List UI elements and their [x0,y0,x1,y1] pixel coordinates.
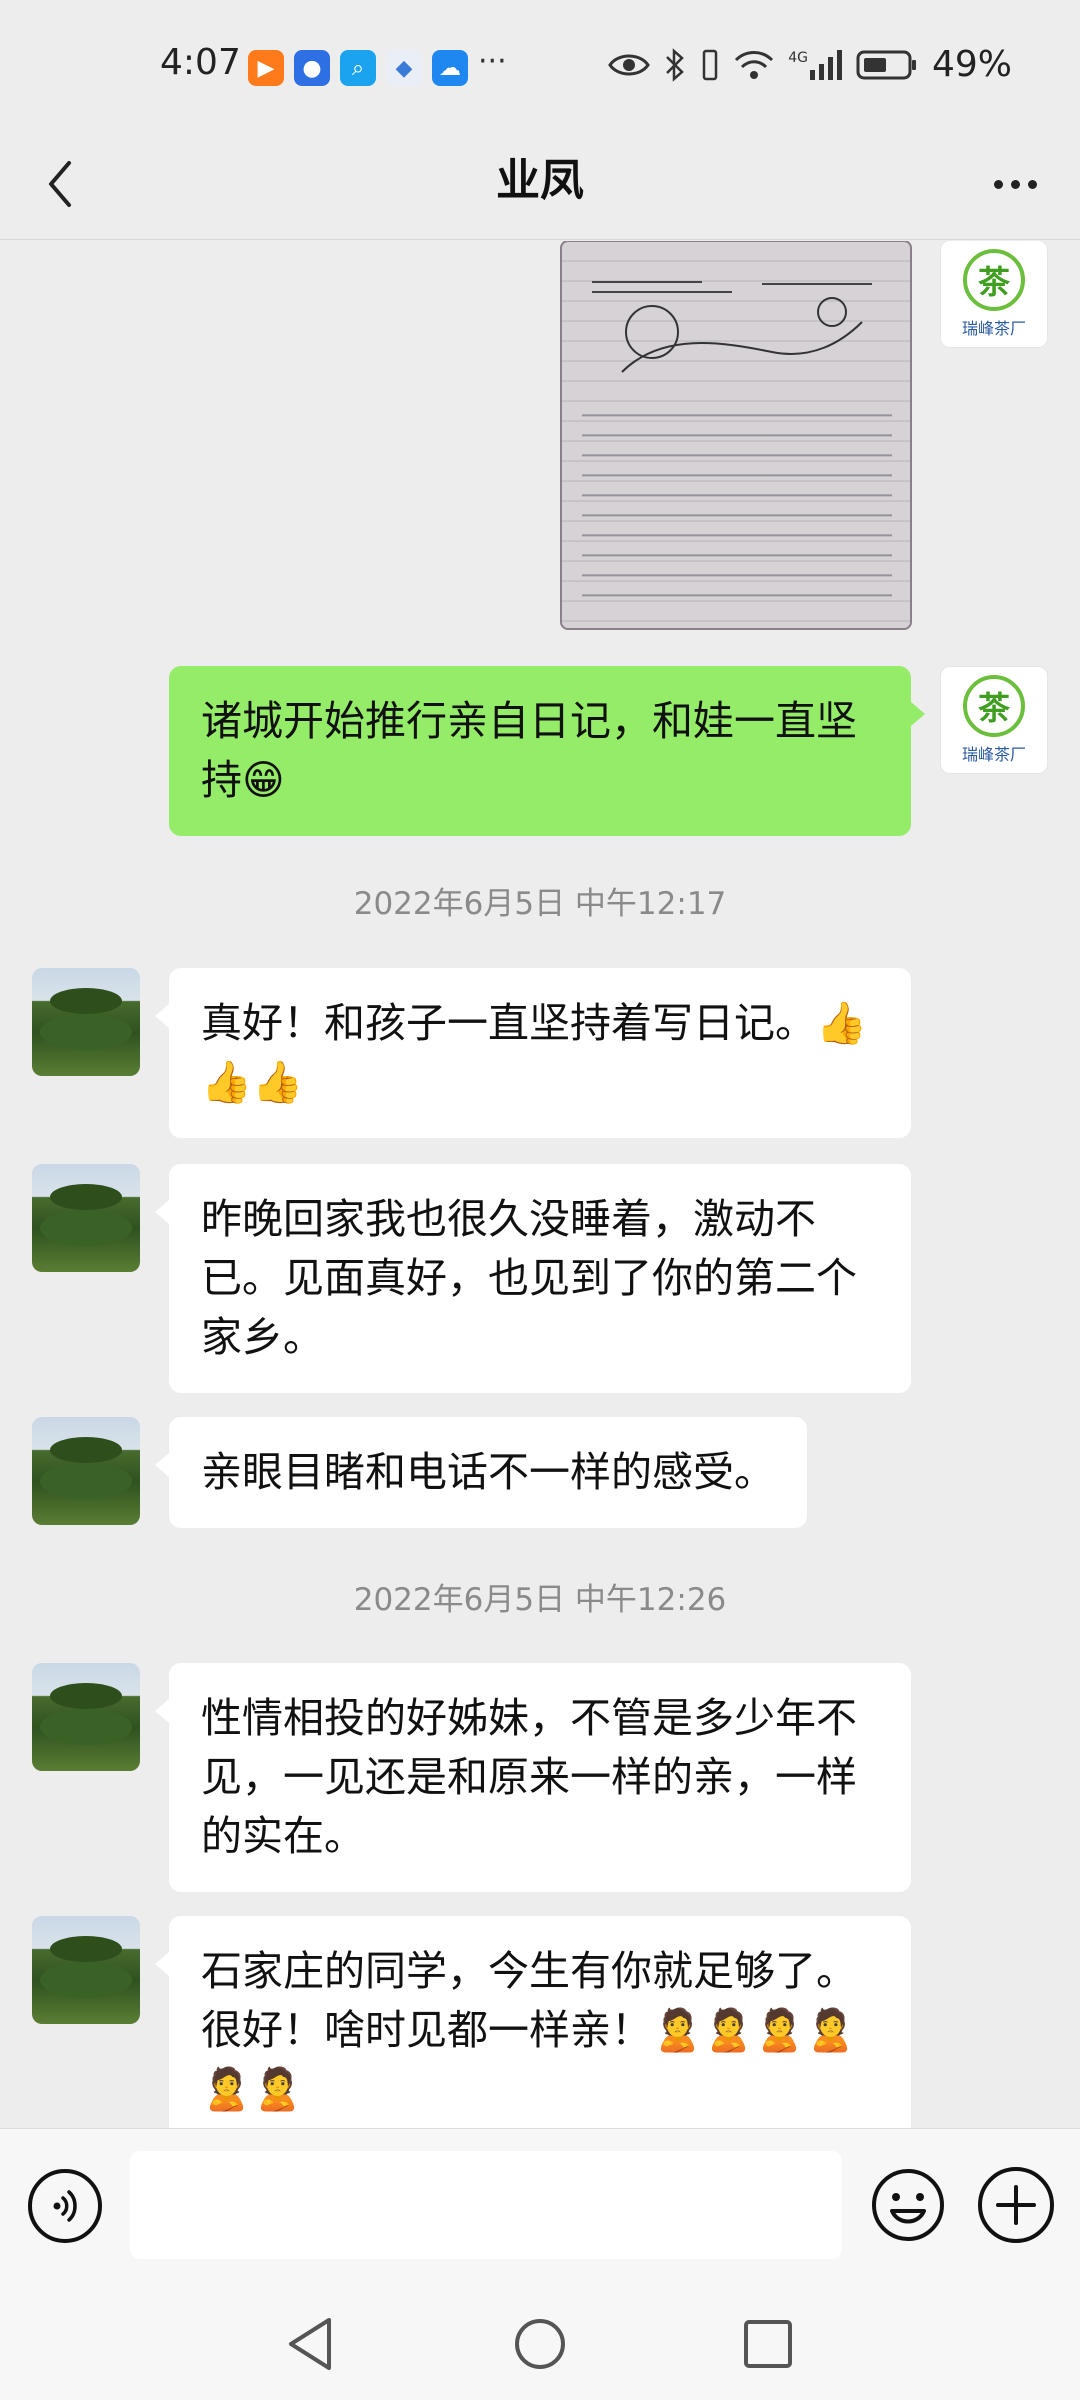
voice-icon [53,2190,77,2222]
contact-avatar[interactable] [32,1663,140,1771]
battery-icon [856,50,916,79]
message-bubble-self[interactable]: 诸城开始推行亲自日记，和娃一直坚持😁 [169,666,925,836]
dot [993,179,1003,189]
message-text: 石家庄的同学，今生有你就足够了。很好！啥时见都一样亲！🙎🙎🙎🙎🙎🙎 [201,1947,857,2113]
message-bubble-contact[interactable]: 亲眼目睹和电话不一样的感受。 [155,1417,807,1528]
diary-sketch-image [592,281,872,373]
message-text: 诸城开始推行亲自日记，和娃一直坚持😁 [201,697,857,804]
message-text: 亲眼目睹和电话不一样的感受。 [201,1448,775,1496]
message-list[interactable]: 茶 瑞峰茶厂 诸城开始推行亲自日记，和娃一直坚持😁 茶 瑞峰茶厂 2022年6月… [0,241,1080,2128]
nav-home-button[interactable] [504,2308,576,2380]
chat-header: 业凤 [0,130,1080,240]
timestamp: 2022年6月5日 中午12:17 [353,886,727,922]
dot [1010,179,1020,189]
video-app-icon: ▶ [248,50,284,86]
tea-logo-label: 瑞峰茶厂 [961,745,1026,764]
diary-handwriting [582,402,892,612]
status-notification-icons: ▶ ● ⌕ ◆ ☁ [248,50,468,86]
search-app-icon: ⌕ [340,50,376,86]
eye-icon [608,54,651,75]
vibrate-icon [702,49,718,80]
square-recents-icon [744,2320,792,2368]
message-bubble-contact[interactable]: 石家庄的同学，今生有你就足够了。很好！啥时见都一样亲！🙎🙎🙎🙎🙎🙎 [155,1916,911,2128]
smiley-icon [872,2169,944,2241]
nav-recents-button[interactable] [732,2308,804,2380]
bluetooth-icon [666,47,685,82]
bulb-app-icon: ● [294,50,330,86]
chat-screen: 4:07 ▶ ● ⌕ ◆ ☁ ··· 4G 49% 业凤 茶 瑞峰茶厂 诸城开始… [0,0,1080,2400]
chat-title: 业凤 [496,155,584,206]
more-actions-button[interactable] [978,2167,1054,2243]
more-options-button[interactable] [980,152,1050,216]
tea-logo-label: 瑞峰茶厂 [961,319,1026,338]
tea-logo: 茶 [963,249,1025,311]
browser-app-icon: ◆ [386,50,422,86]
message-bubble-contact[interactable]: 性情相投的好姊妹，不管是多少年不见，一见还是和原来一样的亲，一样的实在。 [155,1663,911,1892]
self-avatar[interactable]: 茶 瑞峰茶厂 [940,666,1048,774]
wifi-icon [735,50,774,79]
circle-home-icon [515,2319,565,2369]
self-avatar[interactable]: 茶 瑞峰茶厂 [940,241,1048,348]
network-type-label: 4G [788,49,808,66]
message-text: 性情相投的好姊妹，不管是多少年不见，一见还是和原来一样的亲，一样的实在。 [201,1694,857,1860]
tea-logo: 茶 [963,675,1025,737]
contact-avatar[interactable] [32,1417,140,1525]
voice-button[interactable] [28,2169,102,2243]
status-bar: 4:07 ▶ ● ⌕ ◆ ☁ ··· 4G 49% [0,0,1080,130]
cloud-app-icon: ☁ [432,50,468,86]
image-message[interactable] [560,241,912,630]
message-input[interactable] [130,2151,842,2259]
cellular-signal-icon: 4G [788,49,842,80]
battery-percent: 49% [931,44,1012,85]
dot [1027,179,1037,189]
status-right-icons: 4G 49% [608,44,1012,85]
message-bubble-contact[interactable]: 真好！和孩子一直坚持着写日记。👍👍👍 [155,968,911,1138]
plus-icon [996,2185,1036,2225]
message-text: 真好！和孩子一直坚持着写日记。👍👍👍 [201,999,868,1106]
more-notifications-icon: ··· [478,44,507,79]
triangle-back-icon [289,2318,331,2370]
emoji-button[interactable] [870,2167,946,2243]
contact-avatar[interactable] [32,968,140,1076]
input-bar [0,2128,1080,2288]
contact-avatar[interactable] [32,1164,140,1272]
message-text: 昨晚回家我也很久没睡着，激动不已。见面真好，也见到了你的第二个家乡。 [201,1195,857,1361]
timestamp: 2022年6月5日 中午12:26 [353,1582,727,1618]
contact-avatar[interactable] [32,1916,140,2024]
status-time: 4:07 [160,42,241,83]
message-bubble-contact[interactable]: 昨晚回家我也很久没睡着，激动不已。见面真好，也见到了你的第二个家乡。 [155,1164,911,1393]
system-nav-bar [0,2288,1080,2400]
nav-back-button[interactable] [274,2308,346,2380]
